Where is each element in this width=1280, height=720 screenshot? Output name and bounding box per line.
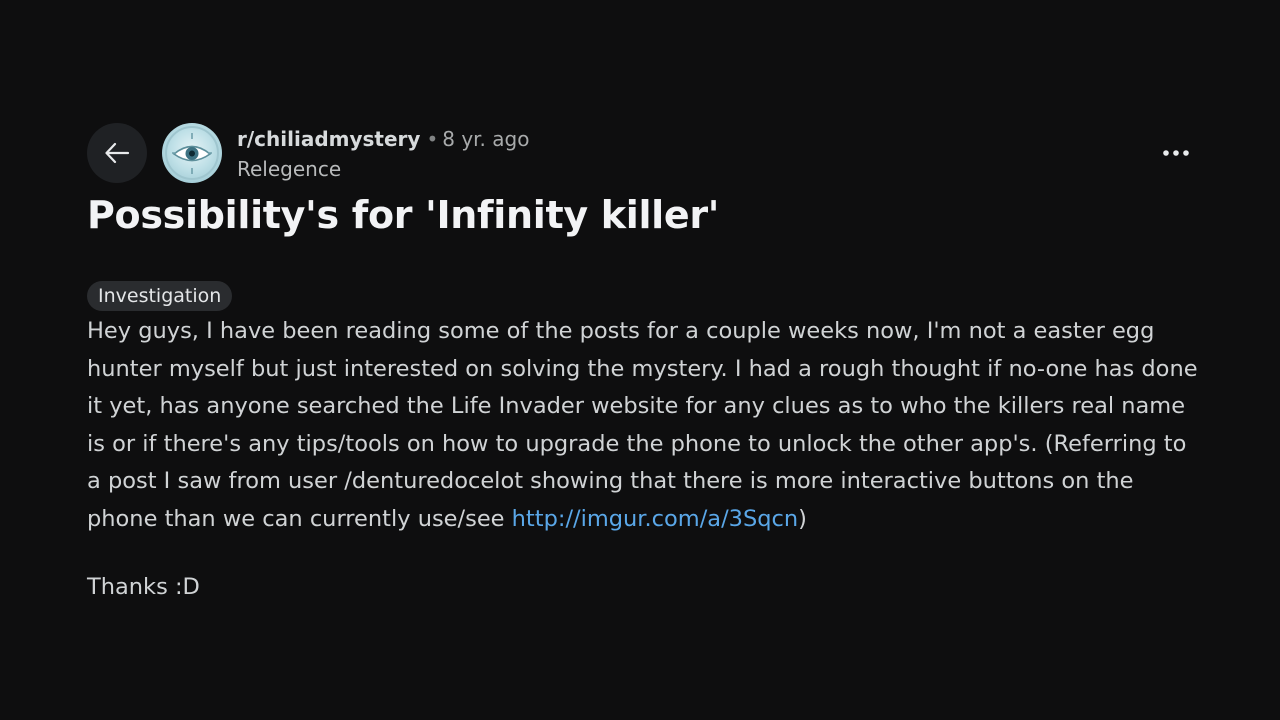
post-closing: Thanks :D bbox=[87, 573, 200, 600]
subreddit-avatar[interactable] bbox=[162, 123, 222, 183]
post-time: 8 yr. ago bbox=[442, 127, 530, 151]
post-body-suffix: ) bbox=[798, 505, 807, 532]
meta-separator: • bbox=[426, 127, 439, 151]
post-title: Possibility's for 'Infinity killer' bbox=[87, 193, 720, 237]
back-button[interactable] bbox=[87, 123, 147, 183]
post-author[interactable]: Relegence bbox=[237, 154, 529, 184]
more-horizontal-icon bbox=[1163, 150, 1189, 156]
post-body-text: Hey guys, I have been reading some of th… bbox=[87, 318, 1198, 532]
subreddit-avatar-eye-icon bbox=[165, 126, 219, 180]
post-body: Hey guys, I have been reading some of th… bbox=[87, 313, 1207, 606]
post-meta: r/chiliadmystery • 8 yr. ago Relegence bbox=[237, 124, 529, 184]
more-options-button[interactable] bbox=[1152, 133, 1200, 173]
imgur-link[interactable]: http://imgur.com/a/3Sqcn bbox=[512, 506, 799, 532]
arrow-left-icon bbox=[105, 142, 130, 164]
post-flair[interactable]: Investigation bbox=[87, 281, 233, 311]
subreddit-name[interactable]: r/chiliadmystery bbox=[237, 127, 420, 151]
post-body-paragraph: Hey guys, I have been reading some of th… bbox=[87, 313, 1207, 539]
